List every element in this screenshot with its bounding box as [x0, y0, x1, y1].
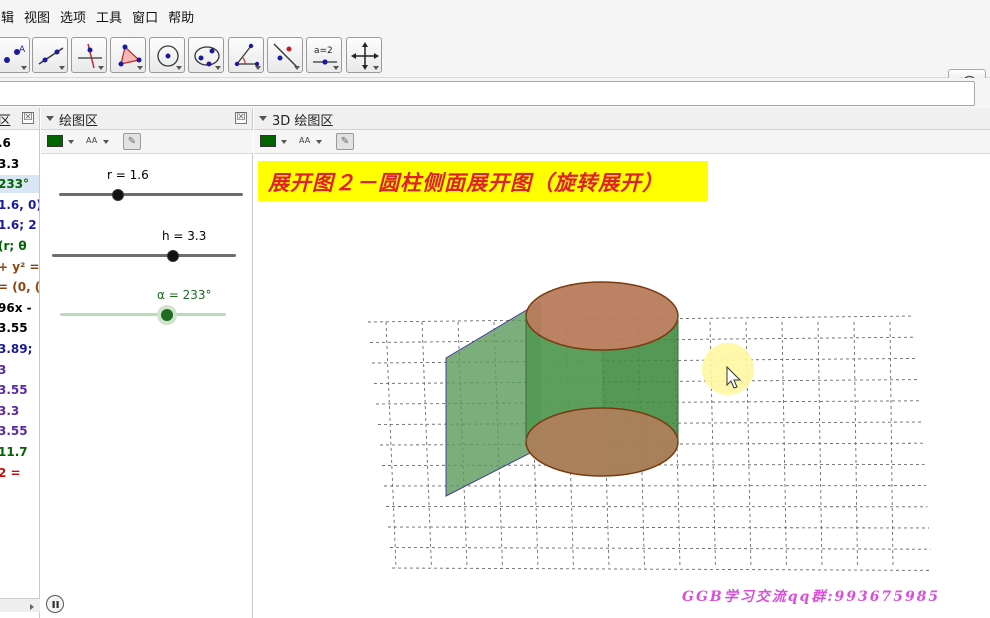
- color-dropdown-3d-icon[interactable]: [281, 140, 287, 144]
- svg-text:A: A: [19, 45, 26, 55]
- menu-window[interactable]: 窗口: [127, 7, 163, 26]
- algebra-view: .6 3.3 233° 1.6, 0) 1.6; 2 (r; θ + y² = = (0, (…: [0, 130, 40, 618]
- close-algebra-icon[interactable]: ☒: [22, 112, 34, 124]
- algebra-row[interactable]: 3.89;: [0, 340, 39, 358]
- pin-icon[interactable]: ✎: [123, 133, 141, 150]
- color-button-3d[interactable]: [260, 135, 276, 147]
- perpendicular-tool-button[interactable]: [71, 37, 107, 73]
- grid-line: [817, 321, 823, 569]
- graphics-view[interactable]: r = 1.6 h = 3.3 α = 233°: [41, 154, 253, 618]
- slider-r-label: r = 1.6: [107, 168, 149, 182]
- graphics-view-title: 绘图区: [59, 114, 99, 129]
- algebra-row[interactable]: .6: [0, 134, 39, 152]
- algebra-row[interactable]: 3.55: [0, 422, 39, 440]
- close-graphics-icon[interactable]: ☒: [235, 112, 247, 124]
- grid-line: [389, 547, 931, 550]
- algebra-row[interactable]: 3.55: [0, 319, 39, 337]
- algebra-row[interactable]: 3.3: [0, 155, 39, 173]
- slider-h-track[interactable]: [52, 254, 236, 257]
- cylinder-top-cap: [525, 281, 679, 351]
- polygon-tool-button[interactable]: [110, 37, 146, 73]
- algebra-row[interactable]: = (0, (: [0, 278, 39, 296]
- view-menu-arrow-icon[interactable]: [46, 116, 54, 121]
- pause-icon: [52, 601, 59, 608]
- footer-qq-group: GGB学习交流qq群:993675985: [682, 589, 941, 605]
- algebra-row[interactable]: (r; θ: [0, 237, 39, 255]
- reflect-tool-button[interactable]: [267, 37, 303, 73]
- grid-line: [853, 321, 858, 569]
- view-3d-style-bar: AA ✎: [254, 130, 990, 154]
- menu-edit[interactable]: 辑: [0, 7, 19, 26]
- algebra-view-title: 区: [0, 114, 12, 129]
- title-banner: 展开图２－圆柱侧面展开图（旋转展开）: [258, 161, 708, 201]
- menu-tools[interactable]: 工具: [91, 7, 127, 26]
- algebra-row[interactable]: 2 =: [0, 464, 39, 482]
- algebra-row[interactable]: 96x -: [0, 299, 39, 317]
- slider-h-label: h = 3.3: [162, 229, 207, 243]
- pause-animation-button[interactable]: [46, 595, 64, 613]
- pin-3d-icon[interactable]: ✎: [336, 133, 354, 150]
- algebra-row[interactable]: 233°: [0, 175, 39, 194]
- algebra-row[interactable]: 1.6, 0): [0, 196, 39, 214]
- input-bar: [0, 78, 990, 108]
- grid-line: [889, 321, 894, 569]
- slider-h-knob[interactable]: [167, 250, 180, 262]
- slider-alpha-track[interactable]: [60, 313, 226, 316]
- conic-tool-button[interactable]: [188, 37, 224, 73]
- menu-bar: 辑 视图 选项 工具 窗口 帮助: [0, 0, 990, 32]
- cylinder-bottom-cap: [525, 407, 679, 477]
- point-tool-button[interactable]: A: [0, 37, 30, 73]
- input-field[interactable]: [0, 81, 975, 106]
- text-size-dropdown-icon[interactable]: [103, 140, 109, 144]
- graphics-view-header: 绘图区 ☒: [41, 108, 253, 130]
- line-tool-button[interactable]: [32, 37, 68, 73]
- toolbar: A a=2 ?: [0, 32, 990, 98]
- move-view-tool-button[interactable]: [346, 37, 382, 73]
- text-size-3d-button[interactable]: AA: [299, 136, 310, 145]
- algebra-row[interactable]: + y² =: [0, 258, 39, 276]
- color-button[interactable]: [47, 135, 63, 147]
- grid-line: [391, 567, 933, 571]
- view-3d-canvas[interactable]: 展开图２－圆柱侧面展开图（旋转展开） GGB学习交流qq群:993675985: [254, 154, 990, 618]
- algebra-row[interactable]: 1.6; 2: [0, 216, 39, 234]
- slider-tool-label: a=2: [314, 46, 333, 56]
- view-3d-header: 3D 绘图区: [254, 108, 990, 130]
- grid-line: [387, 526, 930, 529]
- graphics-style-bar: AA ✎: [41, 130, 253, 154]
- algebra-view-header: 区 ☒: [0, 108, 40, 130]
- angle-tool-button[interactable]: [228, 37, 264, 73]
- view-3d-menu-arrow-icon[interactable]: [259, 116, 267, 121]
- menu-edit-label: 辑: [1, 10, 15, 26]
- view-3d-title: 3D 绘图区: [272, 114, 334, 129]
- text-size-dropdown-3d-icon[interactable]: [316, 140, 322, 144]
- slider-tool-button[interactable]: a=2: [306, 37, 342, 73]
- geogebra-window: 辑 视图 选项 工具 窗口 帮助 A a=2 区 ☒ 绘图区 ☒ 3D 绘图区 …: [0, 0, 990, 618]
- cylinder-scene: [367, 281, 933, 571]
- algebra-row[interactable]: 11.7: [0, 443, 39, 461]
- algebra-row[interactable]: 3.3: [0, 402, 39, 420]
- slider-r-knob[interactable]: [111, 189, 124, 201]
- text-size-button[interactable]: AA: [86, 136, 97, 145]
- grid-line: [781, 321, 787, 569]
- title-text: 展开图２－圆柱侧面展开图（旋转展开）: [268, 170, 664, 195]
- slider-r-track[interactable]: [59, 193, 243, 196]
- scroll-right-icon: [30, 604, 34, 610]
- menu-help[interactable]: 帮助: [163, 7, 199, 26]
- algebra-horizontal-scrollbar[interactable]: [0, 598, 40, 612]
- circle-tool-button[interactable]: [149, 37, 185, 73]
- menu-view[interactable]: 视图: [19, 7, 55, 26]
- slider-alpha-knob[interactable]: [161, 309, 174, 321]
- algebra-row[interactable]: 3.55: [0, 381, 39, 399]
- menu-options[interactable]: 选项: [55, 7, 91, 26]
- color-dropdown-icon[interactable]: [68, 140, 74, 144]
- algebra-row[interactable]: 3: [0, 361, 39, 379]
- slider-alpha-label: α = 233°: [157, 288, 212, 302]
